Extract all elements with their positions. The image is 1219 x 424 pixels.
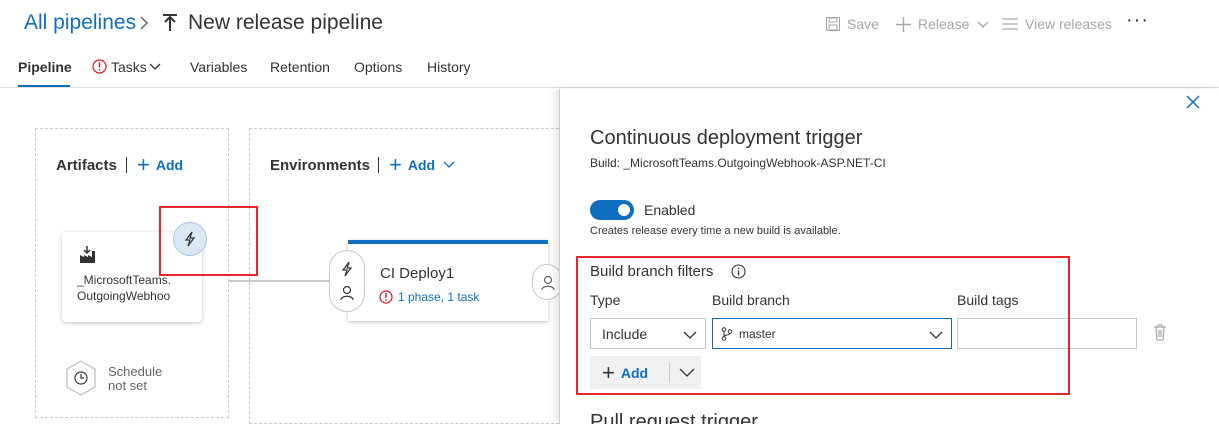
release-label: Release — [918, 16, 970, 32]
environments-title: Environments — [270, 157, 371, 174]
tab-variables[interactable]: Variables — [190, 59, 247, 75]
chevron-down-icon[interactable] — [149, 61, 161, 73]
toggle-knob — [618, 204, 630, 216]
warning-icon — [379, 290, 393, 304]
save-label: Save — [847, 16, 879, 32]
save-icon — [826, 17, 840, 31]
chevron-right-icon — [140, 16, 149, 30]
add-environment-button[interactable]: + Add — [389, 152, 455, 177]
environment-card[interactable]: CI Deploy1 1 phase, 1 task — [348, 240, 548, 321]
chevron-down-icon — [443, 161, 455, 168]
add-artifact-button[interactable]: + Add — [137, 152, 184, 177]
schedule-button[interactable] — [65, 360, 97, 396]
person-icon — [541, 275, 555, 291]
environment-phases-link[interactable]: 1 phase, 1 task — [398, 290, 479, 304]
header: All pipelines New release pipeline Save … — [0, 0, 1219, 48]
tab-tasks[interactable]: Tasks — [111, 59, 147, 75]
release-button[interactable]: Release — [896, 14, 989, 34]
lightning-icon — [341, 261, 353, 277]
divider — [378, 157, 379, 173]
view-releases-label: View releases — [1025, 16, 1112, 32]
enabled-toggle[interactable] — [590, 200, 634, 220]
schedule-line2: not set — [108, 378, 148, 393]
save-button[interactable]: Save — [826, 14, 879, 34]
tab-retention[interactable]: Retention — [270, 59, 330, 75]
warning-icon — [92, 59, 107, 74]
pull-request-trigger-title: Pull request trigger — [590, 411, 758, 424]
trigger-panel: Continuous deployment trigger Build: _Mi… — [559, 89, 1219, 424]
schedule-line1: Schedule — [108, 364, 163, 379]
trash-icon[interactable] — [1152, 322, 1168, 342]
post-deployment-conditions[interactable] — [532, 264, 562, 300]
list-icon — [1002, 18, 1018, 30]
page-title: New release pipeline — [188, 11, 383, 34]
view-releases-button[interactable]: View releases — [1002, 14, 1112, 34]
active-tab-indicator — [18, 85, 70, 87]
pre-deployment-conditions[interactable] — [329, 250, 365, 312]
artifacts-title: Artifacts — [56, 157, 117, 174]
chevron-down-icon — [977, 21, 989, 28]
close-icon[interactable] — [1185, 94, 1201, 110]
highlight-box — [576, 256, 1070, 395]
enabled-label: Enabled — [644, 202, 696, 218]
schedule-status: Schedule not set — [108, 365, 162, 393]
tab-pipeline[interactable]: Pipeline — [18, 59, 72, 75]
plus-icon: + — [389, 152, 402, 177]
person-icon — [340, 285, 354, 301]
enabled-description: Creates release every time a new build i… — [590, 225, 841, 237]
pipeline-connector — [229, 280, 334, 282]
panel-subtitle: Build: _MicrosoftTeams.OutgoingWebhook-A… — [590, 156, 886, 170]
add-artifact-label: Add — [155, 157, 184, 173]
more-actions-icon[interactable]: ··· — [1126, 9, 1149, 32]
release-pipeline-icon — [163, 14, 177, 31]
highlight-box — [159, 206, 258, 276]
plus-icon — [896, 16, 911, 32]
divider — [126, 157, 127, 173]
breadcrumb-all-pipelines[interactable]: All pipelines — [24, 11, 136, 35]
plus-icon: + — [137, 152, 150, 177]
tab-bar: Pipeline Tasks Variables Retention Optio… — [0, 52, 1219, 88]
panel-title: Continuous deployment trigger — [590, 127, 863, 149]
build-artifact-icon — [80, 246, 95, 263]
tab-history[interactable]: History — [427, 59, 471, 75]
artifact-name-line2: OutgoingWebhoo — [77, 289, 171, 303]
add-environment-label: Add — [407, 157, 436, 173]
tab-options[interactable]: Options — [354, 59, 402, 75]
environment-name: CI Deploy1 — [380, 265, 455, 282]
